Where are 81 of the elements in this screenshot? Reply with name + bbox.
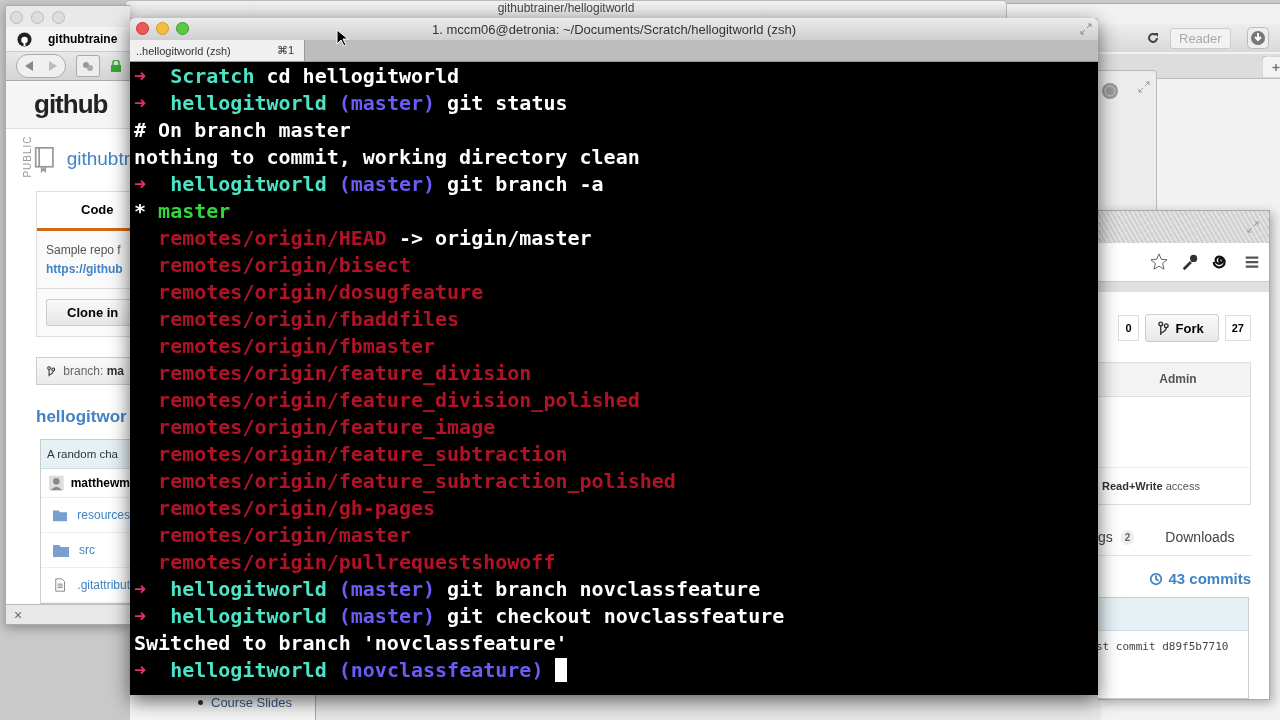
- terminal-line: nothing to commit, working directory clean: [134, 144, 640, 171]
- minimize-light[interactable]: [31, 11, 44, 24]
- zoom-light[interactable]: [52, 11, 65, 24]
- resize-icon[interactable]: [1080, 23, 1092, 35]
- terminal-line: remotes/origin/feature_subtraction_polished: [157, 468, 676, 495]
- commits-link[interactable]: 43 commits: [1168, 570, 1251, 587]
- last-commit-text: st commit d89f5b7710: [1098, 639, 1230, 653]
- close-button[interactable]: ×: [14, 606, 23, 623]
- fork-button[interactable]: Fork: [1144, 314, 1219, 342]
- terminal-line: ➜ hellogitworld (master) git checkout novclassfeature: [134, 603, 785, 630]
- minimize-light[interactable]: [156, 22, 169, 35]
- repo-description: Sample repo f: [45, 242, 122, 258]
- terminal-line: remotes/origin/feature_division: [157, 360, 532, 387]
- lock-icon: [110, 60, 122, 73]
- menu-icon[interactable]: [1243, 253, 1261, 271]
- terminal-line: remotes/origin/fbmaster: [157, 333, 436, 360]
- terminal-line: remotes/origin/feature_division_polished: [157, 387, 640, 414]
- terminal-line: remotes/origin/dosugfeature: [157, 279, 484, 306]
- star-icon[interactable]: [1150, 253, 1168, 271]
- folder-icon: [53, 543, 69, 558]
- terminal-line: ➜ Scratch cd hellogitworld: [134, 63, 460, 90]
- reload-icon[interactable]: [1146, 31, 1160, 45]
- terminal-line: ➜ hellogitworld (master) git branch novclassfeature: [134, 576, 761, 603]
- wrench-icon[interactable]: [1181, 253, 1199, 271]
- file-link[interactable]: src: [79, 543, 95, 558]
- terminal-line: remotes/origin/pullrequestshowoff: [157, 549, 556, 576]
- terminal-line: # On branch master: [134, 117, 351, 144]
- bullet-icon: [198, 699, 203, 705]
- clone-button[interactable]: Clone in: [46, 299, 130, 327]
- branch-icon: [47, 363, 56, 379]
- resize-icon[interactable]: [1138, 81, 1150, 93]
- folder-icon: [53, 508, 68, 523]
- terminal-line: remotes/origin/bisect: [157, 252, 411, 279]
- branch-button[interactable]: branch: ma: [36, 357, 130, 386]
- count-badge: 2: [1120, 529, 1135, 545]
- new-tab-icon[interactable]: [1262, 56, 1280, 78]
- terminal-line: remotes/origin/HEAD -> origin/master: [157, 225, 592, 252]
- terminal-line: remotes/origin/fbaddfiles: [157, 306, 460, 333]
- access-text: Read+Write access: [1101, 479, 1201, 494]
- terminal-line: ➜ hellogitworld (master) git branch -a: [134, 171, 604, 198]
- nav-tab[interactable]: Downloads: [1165, 529, 1235, 545]
- octocat-icon: [17, 31, 32, 47]
- mouse-pointer-icon: [336, 29, 348, 47]
- author-name[interactable]: matthewm: [70, 476, 130, 491]
- toolbar-button[interactable]: [76, 55, 100, 78]
- window-title: githubtrainer/hellogitworld: [497, 2, 635, 15]
- file-link[interactable]: resources: [77, 508, 130, 523]
- book-icon: [34, 145, 55, 174]
- avatar-icon: [49, 474, 64, 493]
- terminal-line: remotes/origin/master: [157, 522, 411, 549]
- back-icon[interactable]: [25, 61, 33, 72]
- terminal-line: * master: [134, 198, 231, 225]
- commit-message: A random cha: [41, 440, 130, 470]
- terminal-line: remotes/origin/feature_subtraction: [157, 441, 568, 468]
- zoom-light[interactable]: [176, 22, 189, 35]
- terminal-line: Switched to branch 'novclassfeature': [134, 630, 568, 657]
- download-icon[interactable]: [1246, 27, 1269, 49]
- nav-tab[interactable]: gs: [1098, 529, 1113, 545]
- resize-icon[interactable]: [1247, 221, 1259, 233]
- forward-icon[interactable]: [49, 61, 57, 72]
- terminal-line: ➜ hellogitworld (master) git status: [134, 90, 568, 117]
- folder-title-link[interactable]: hellogitwor: [36, 407, 130, 428]
- visibility-label: PUBLIC: [21, 135, 33, 178]
- code-tab[interactable]: Code: [37, 192, 130, 232]
- fork-count: 27: [1224, 315, 1251, 341]
- terminal-line: ➜ hellogitworld (novclassfeature): [134, 657, 544, 684]
- history-icon: [1149, 571, 1164, 586]
- terminal-line: remotes/origin/feature_image: [157, 414, 496, 441]
- clone-url-link[interactable]: https://github: [37, 257, 130, 277]
- terminal-line: remotes/origin/gh-pages: [157, 495, 436, 522]
- star-count: 0: [1118, 315, 1139, 341]
- file-icon: [53, 578, 68, 593]
- admin-tab[interactable]: Admin: [1098, 363, 1250, 397]
- back-forward-button[interactable]: [16, 54, 66, 79]
- close-light[interactable]: [136, 22, 149, 35]
- branch-icon: [1157, 320, 1169, 336]
- circles-icon[interactable]: [81, 59, 95, 74]
- window-title: 1. mccm06@detronia: ~/Documents/Scratch/hellogitworld (zsh): [432, 21, 796, 37]
- repo-name-link[interactable]: githubtr: [66, 148, 130, 171]
- terminal-tab[interactable]: ..hellogitworld (zsh) ⌘1: [130, 40, 305, 61]
- file-link[interactable]: .gitattribut: [77, 578, 130, 593]
